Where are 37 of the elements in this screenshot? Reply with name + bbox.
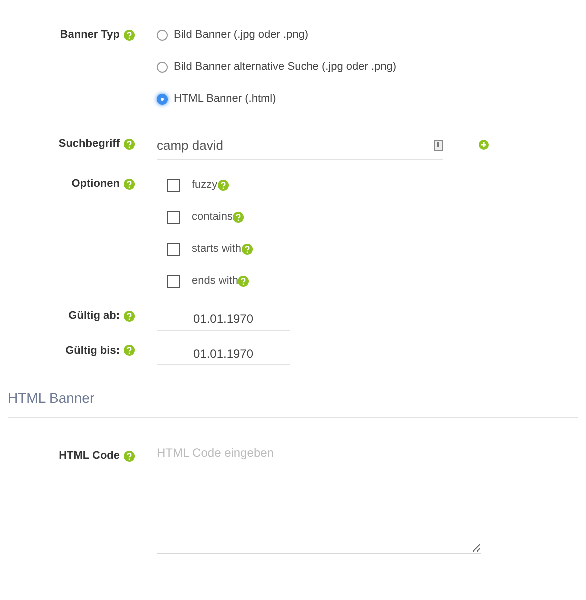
radio-label: Bild Banner alternative Suche (.jpg oder .png) xyxy=(174,60,397,75)
help-icon[interactable] xyxy=(242,244,253,254)
help-icon[interactable] xyxy=(124,30,135,41)
checkbox-label: starts with xyxy=(192,242,242,257)
add-icon[interactable] xyxy=(479,140,489,150)
checkbox-label: fuzzy xyxy=(192,178,218,193)
help-icon[interactable] xyxy=(232,212,244,222)
field-label: Optionen xyxy=(72,177,120,192)
field-label: Gültig bis: xyxy=(66,344,120,358)
checkbox[interactable] xyxy=(167,210,180,224)
radio-button[interactable] xyxy=(157,94,168,104)
help-icon[interactable] xyxy=(124,178,135,190)
field-label: Suchbegriff xyxy=(58,137,120,152)
radio-label: HTML Banner (.html) xyxy=(174,92,276,107)
search-term-field[interactable]: camp david xyxy=(157,132,443,160)
help-icon[interactable] xyxy=(238,276,250,286)
help-icon[interactable] xyxy=(124,450,135,462)
help-icon[interactable] xyxy=(124,310,135,322)
checkbox[interactable] xyxy=(167,274,180,288)
checkbox[interactable] xyxy=(167,242,180,256)
contact-card-icon xyxy=(434,140,443,151)
checkbox[interactable] xyxy=(167,178,180,192)
field-label: Gültig ab: xyxy=(68,309,120,324)
checkbox-label: contains xyxy=(192,210,233,225)
help-icon[interactable] xyxy=(218,180,229,190)
radio-button[interactable] xyxy=(157,62,168,72)
date-field[interactable]: 01.01.1970 xyxy=(157,308,290,330)
checkbox-label: ends with xyxy=(192,274,238,289)
field-label: HTML Code xyxy=(59,449,120,464)
help-icon[interactable] xyxy=(124,138,135,150)
radio-label: Bild Banner (.jpg oder .png) xyxy=(174,28,309,43)
field-label: Banner Typ xyxy=(60,28,120,43)
html-code-field[interactable]: HTML Code eingeben xyxy=(157,442,481,554)
section-title: HTML Banner xyxy=(8,390,95,406)
date-field[interactable]: 01.01.1970 xyxy=(157,343,290,365)
help-icon[interactable] xyxy=(124,345,135,356)
radio-button[interactable] xyxy=(157,30,168,40)
